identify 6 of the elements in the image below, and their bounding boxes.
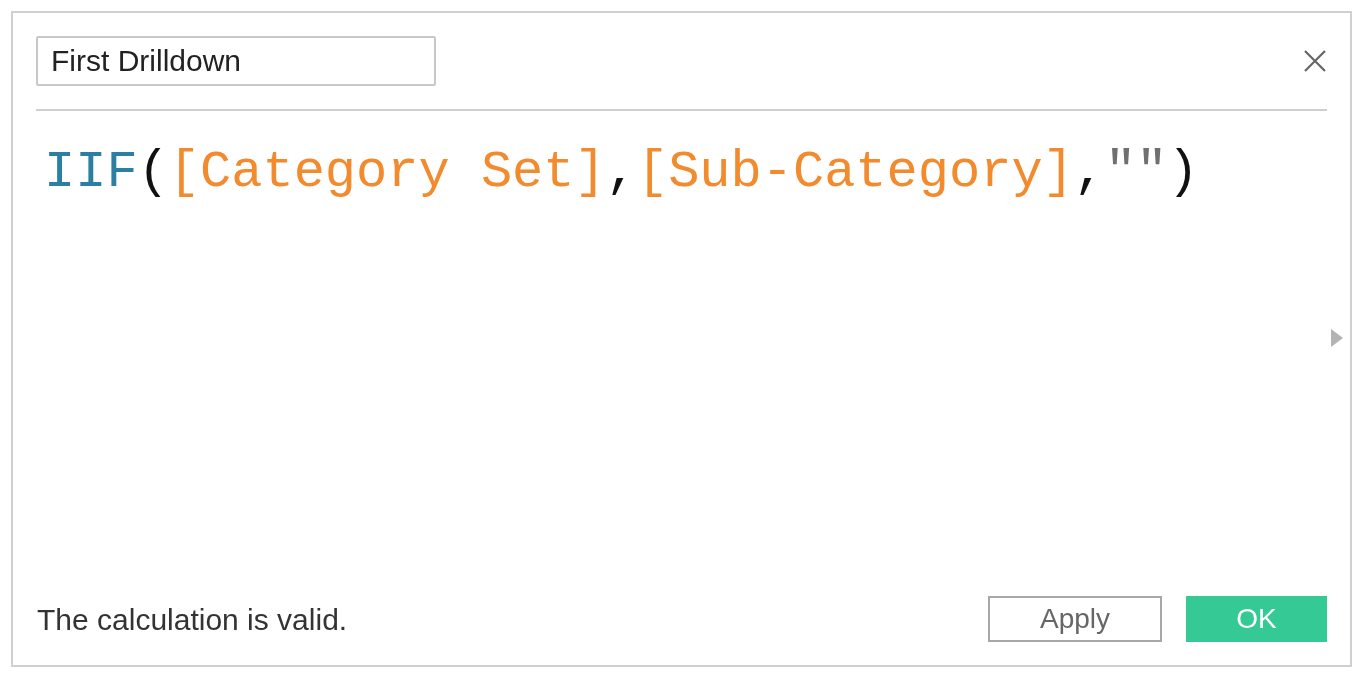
name-field[interactable]: First Drilldown: [36, 36, 436, 86]
close-icon[interactable]: [1304, 50, 1326, 72]
formula-text: IIF([Category Set],[Sub-Category],""): [44, 143, 1199, 203]
apply-button[interactable]: Apply: [988, 596, 1162, 642]
status-message: The calculation is valid.: [37, 601, 349, 638]
formula-editor[interactable]: IIF([Category Set],[Sub-Category],""): [13, 111, 1350, 596]
